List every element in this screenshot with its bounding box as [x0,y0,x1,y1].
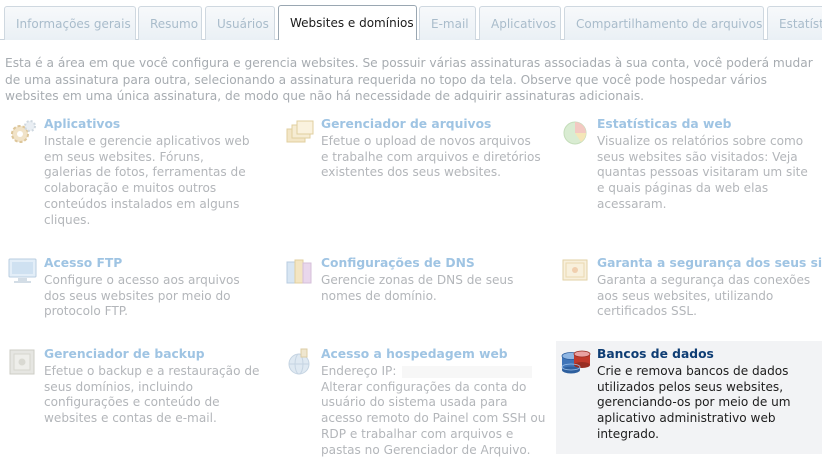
card-file-manager[interactable]: Gerenciador de arquivos Efetue o upload … [285,117,545,237]
tab-applications[interactable]: Aplicativos [479,6,561,40]
dns-books-icon [285,256,315,286]
card-title[interactable]: Configurações de DNS [321,256,475,270]
database-icon [560,347,591,377]
card-description: Garanta a segurança das conexões aos seu… [597,273,811,319]
safe-icon [8,347,38,377]
card-databases[interactable]: Bancos de dados Crie e remova bancos de … [556,341,822,454]
card-backup-manager[interactable]: Gerenciador de backup Efetue o backup e … [8,347,268,437]
tab-websites-domains[interactable]: Websites e domínios [278,5,417,40]
tab-label: Informações gerais [16,16,131,31]
tab-file-sharing[interactable]: Compartilhamento de arquivos [564,6,764,40]
card-title[interactable]: Bancos de dados [597,347,714,361]
card-ftp-access[interactable]: Acesso FTP Configure o acesso aos arquiv… [8,256,268,336]
tab-users[interactable]: Usuários [205,6,275,40]
card-web-statistics[interactable]: Estatísticas da web Visualize os relatór… [561,117,821,237]
certificate-icon [561,256,591,286]
card-applications[interactable]: Aplicativos Instale e gerencie aplicativ… [8,117,268,237]
card-title[interactable]: Gerenciador de backup [44,347,205,361]
ip-address-line: Endereço IP: [321,364,533,378]
tab-label: Aplicativos [491,16,557,31]
tab-summary[interactable]: Resumo [138,6,202,40]
card-description: Efetue o backup e a restauração de seus … [44,364,260,426]
folders-icon [285,117,315,147]
tab-label: Usuários [217,16,269,31]
ip-address-label: Endereço IP: [321,364,397,378]
tab-statistics[interactable]: Estatísti [767,6,822,40]
globe-icon [285,347,315,377]
card-description: Endereço IP: Alterar configurações da con… [321,364,546,458]
ftp-monitor-icon [8,256,38,286]
card-ssl-security[interactable]: Garanta a segurança dos seus sites. Gara… [561,256,822,336]
ip-address-redacted [402,365,533,378]
card-description: Efetue o upload de novos arquivos e trab… [321,134,541,180]
intro-text: Esta é a área em que você configura e ge… [5,56,813,103]
card-description: Instale e gerencie aplicativos web em se… [44,134,250,227]
tab-label: Compartilhamento de arquivos [576,16,763,31]
card-description: Gerencie zonas de DNS de seus nomes de d… [321,273,514,303]
tab-bar: Informações gerais Resumo Usuários Websi… [0,0,822,40]
tab-label: E-mail [431,16,469,31]
applications-gear-icon [8,117,38,147]
card-title[interactable]: Acesso a hospedagem web [321,347,508,361]
card-dns-settings[interactable]: Configurações de DNS Gerencie zonas de D… [285,256,545,336]
card-description-text: Alterar configurações da conta do usuári… [321,379,546,457]
card-title[interactable]: Estatísticas da web [597,117,731,131]
card-title[interactable]: Garanta a segurança dos seus sites. [597,256,822,270]
card-web-hosting-access[interactable]: Acesso a hospedagem web Endereço IP: Alte… [285,347,545,467]
card-description: Visualize os relatórios sobre como seus … [597,134,808,211]
card-title[interactable]: Acesso FTP [44,256,122,270]
tab-label: Estatísti [779,16,822,31]
tab-label: Resumo [150,16,199,31]
tab-email[interactable]: E-mail [419,6,476,40]
tab-general-info[interactable]: Informações gerais [4,6,136,40]
card-description: Crie e remova bancos de dados utilizados… [597,364,791,441]
pie-chart-icon [561,117,591,147]
tab-label: Websites e domínios [290,16,414,30]
card-title[interactable]: Aplicativos [44,117,120,131]
card-description: Configure o acesso aos arquivos dos seus… [44,273,240,319]
card-title[interactable]: Gerenciador de arquivos [321,117,491,131]
